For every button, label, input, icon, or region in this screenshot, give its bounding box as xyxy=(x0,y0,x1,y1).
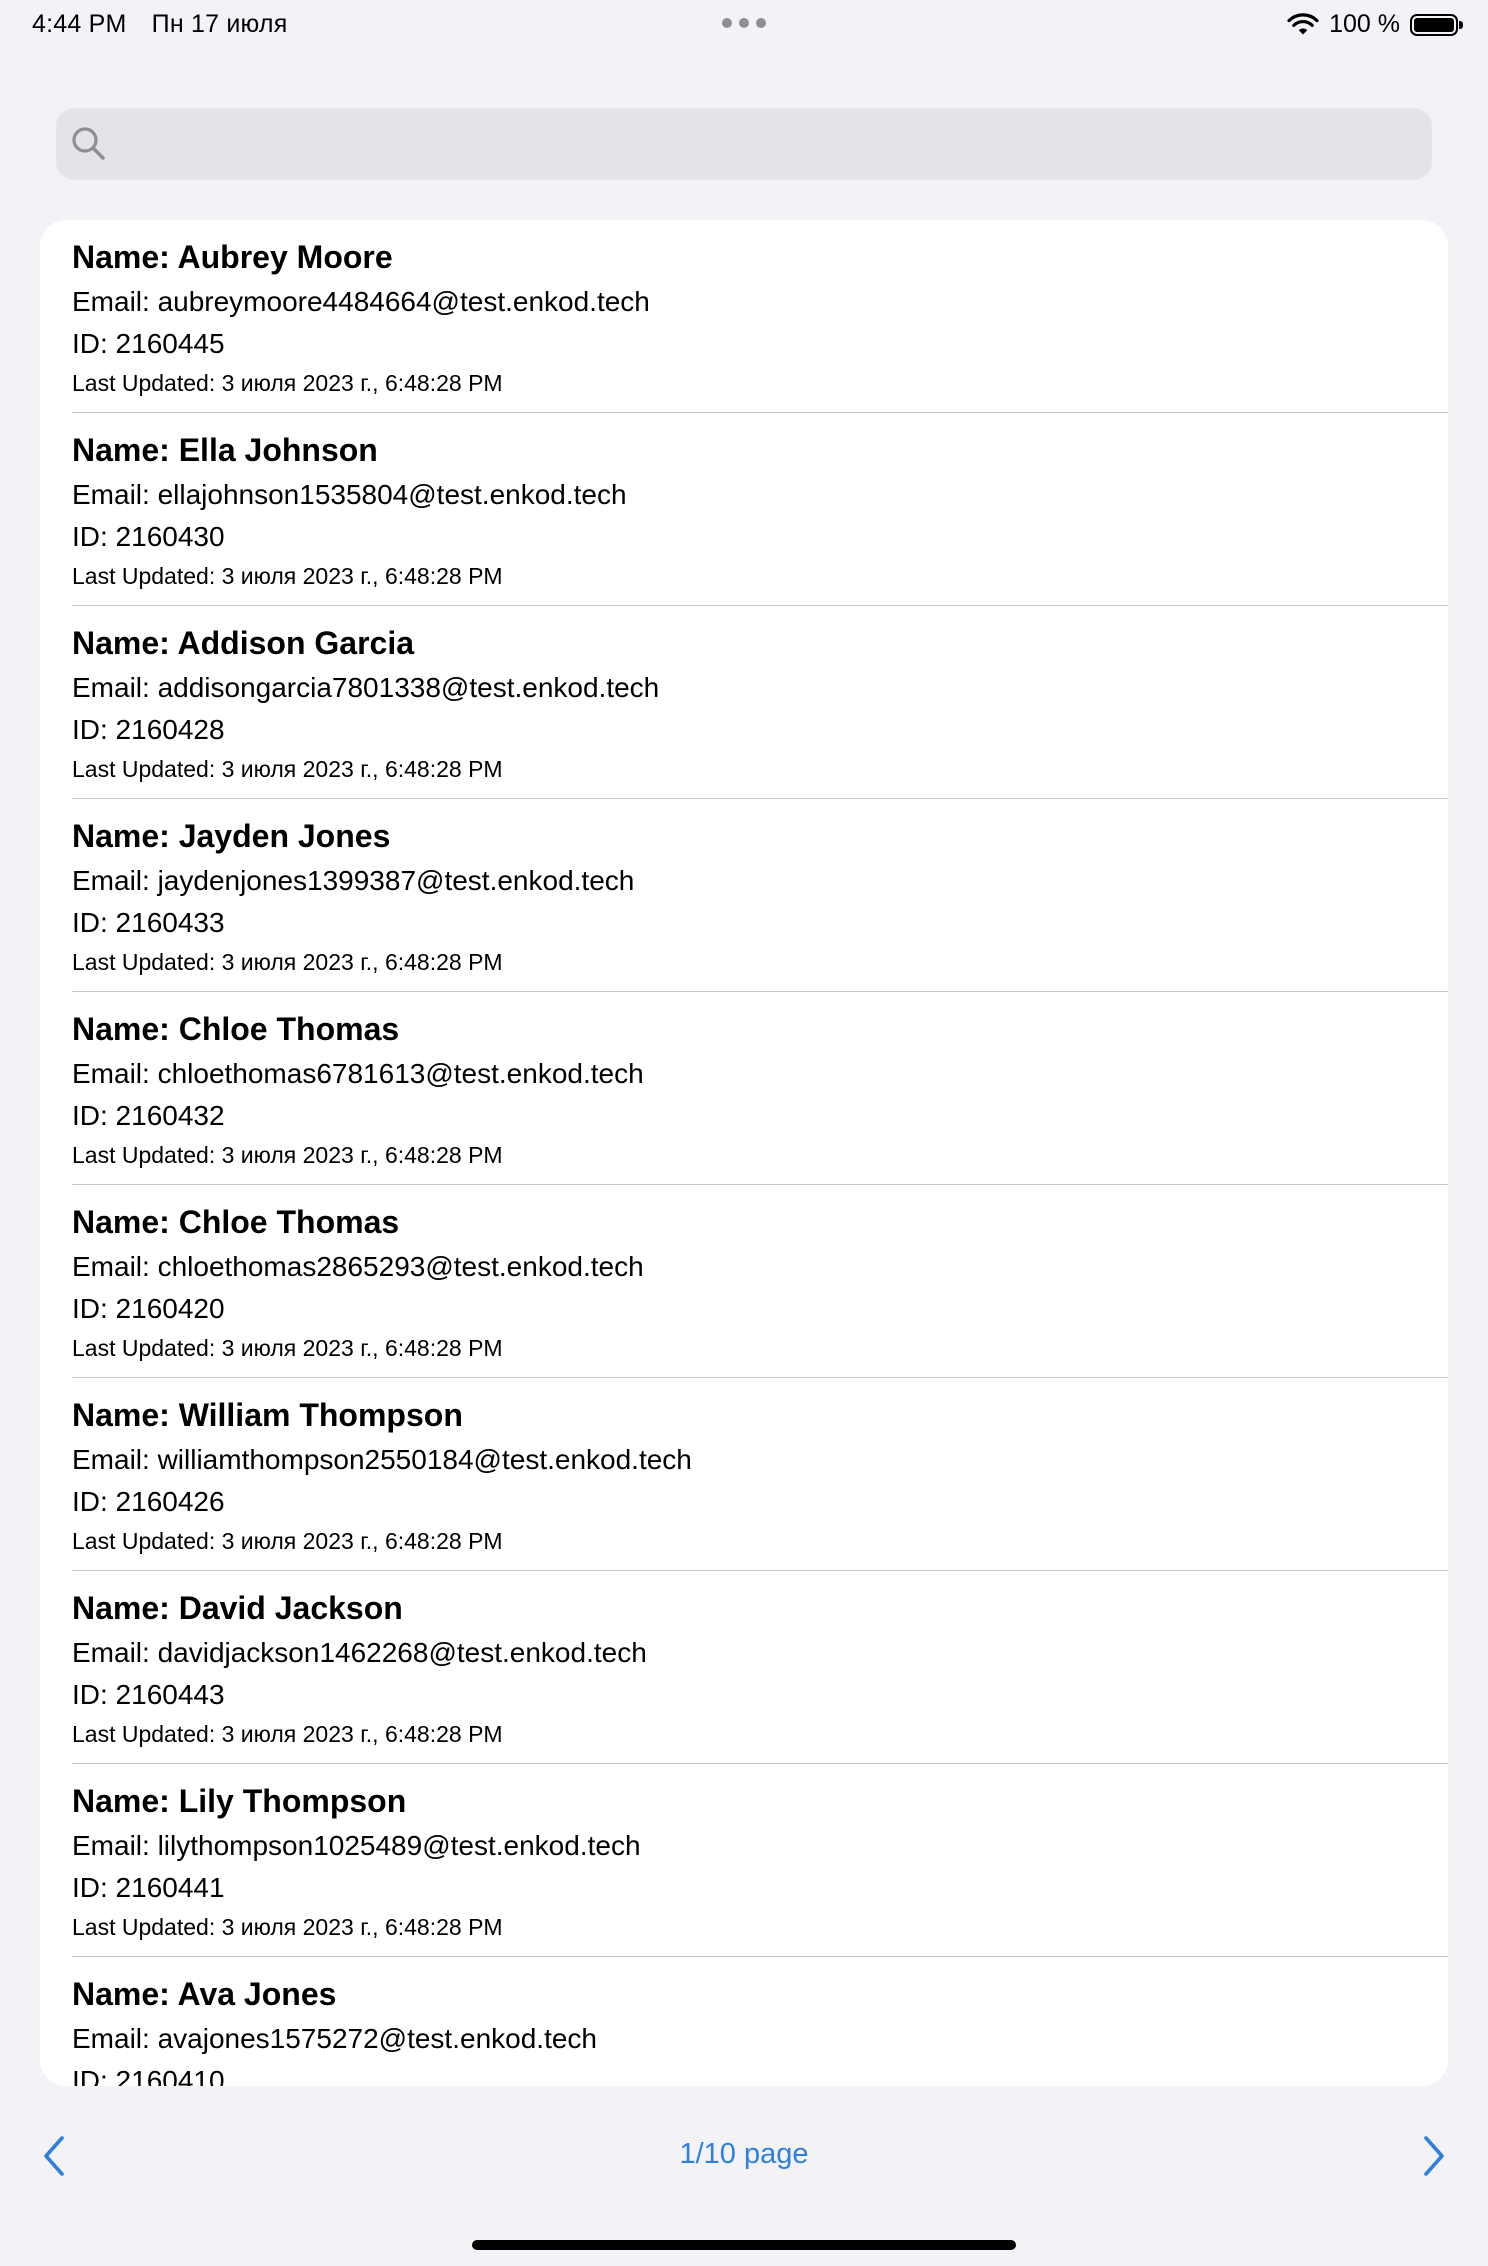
contact-name: Name: Addison Garcia xyxy=(72,625,415,661)
contact-email: Email: addisongarcia7801338@test.enkod.t… xyxy=(72,672,660,703)
contact-row[interactable]: Name: Aubrey Moore Email: aubreymoore4484… xyxy=(40,220,1448,413)
contact-name: Name: Chloe Thomas xyxy=(72,1204,400,1240)
search-input[interactable] xyxy=(122,108,1416,182)
contact-email: Email: jaydenjones1399387@test.enkod.tec… xyxy=(72,865,635,896)
home-indicator[interactable] xyxy=(472,2240,1016,2250)
contact-email: Email: avajones1575272@test.enkod.tech xyxy=(72,2023,597,2054)
next-page-button[interactable] xyxy=(1412,2130,1456,2182)
contact-row[interactable]: Name: Jayden Jones Email: jaydenjones1399… xyxy=(40,799,1448,992)
contact-email: Email: ellajohnson1535804@test.enkod.tec… xyxy=(72,479,627,510)
battery-fill xyxy=(1414,17,1454,32)
contact-row[interactable]: Name: Addison Garcia Email: addisongarcia… xyxy=(40,606,1448,799)
contact-row[interactable]: Name: Lily Thompson Email: lilythompson10… xyxy=(40,1764,1448,1957)
contact-last-updated: Last Updated: 3 июля 2023 г., 6:48:28 PM xyxy=(72,1142,503,1168)
contact-last-updated: Last Updated: 3 июля 2023 г., 6:48:28 PM xyxy=(72,1721,503,1747)
contact-last-updated: Last Updated: 3 июля 2023 г., 6:48:28 PM xyxy=(72,949,503,975)
contact-email: Email: lilythompson1025489@test.enkod.te… xyxy=(72,1830,641,1861)
contact-name: Name: Aubrey Moore xyxy=(72,239,393,275)
contact-id: ID: 2160430 xyxy=(72,521,225,552)
search-bar[interactable] xyxy=(56,108,1432,182)
contact-id: ID: 2160433 xyxy=(72,907,225,938)
contact-email: Email: aubreymoore4484664@test.enkod.tec… xyxy=(72,286,650,317)
search-icon xyxy=(72,127,105,160)
contact-row[interactable]: Name: David Jackson Email: davidjackson14… xyxy=(40,1571,1448,1764)
contact-last-updated: Last Updated: 3 июля 2023 г., 6:48:28 PM xyxy=(72,370,503,396)
contact-id: ID: 2160420 xyxy=(72,1293,225,1324)
contact-id: ID: 2160428 xyxy=(72,714,225,745)
contact-row[interactable]: Name: Chloe Thomas Email: chloethomas2865… xyxy=(40,1185,1448,1378)
contact-id: ID: 2160432 xyxy=(72,1100,225,1131)
status-bar: 4:44 PM Пн 17 июля 100 % xyxy=(0,0,1488,48)
battery-percentage: 100 % xyxy=(1329,10,1400,38)
contact-name: Name: David Jackson xyxy=(72,1590,403,1626)
status-date: Пн 17 июля xyxy=(151,10,288,38)
contact-name: Name: Jayden Jones xyxy=(72,818,391,854)
contact-last-updated: Last Updated: 3 июля 2023 г., 6:48:28 PM xyxy=(72,1335,503,1361)
contact-last-updated: Last Updated: 3 июля 2023 г., 6:48:28 PM xyxy=(72,563,503,589)
contact-id: ID: 2160443 xyxy=(72,1679,225,1710)
contact-name: Name: Chloe Thomas xyxy=(72,1011,400,1047)
contact-name: Name: William Thompson xyxy=(72,1397,463,1433)
contact-name: Name: Lily Thompson xyxy=(72,1783,407,1819)
page-indicator: 1/10 page xyxy=(679,2138,809,2170)
contact-name: Name: Ella Johnson xyxy=(72,432,378,468)
multitasking-dots-icon[interactable] xyxy=(722,18,766,28)
status-indicators: 100 % xyxy=(1287,10,1463,39)
contact-id: ID: 2160426 xyxy=(72,1486,225,1517)
contact-last-updated: Last Updated: 3 июля 2023 г., 6:48:28 PM xyxy=(72,1528,503,1554)
status-time: 4:44 PM xyxy=(32,10,127,38)
contact-email: Email: chloethomas6781613@test.enkod.tec… xyxy=(72,1058,644,1089)
contact-last-updated: Last Updated: 3 июля 2023 г., 6:48:28 PM xyxy=(72,1914,503,1940)
contact-id: ID: 2160410 xyxy=(72,2065,225,2086)
contact-name: Name: Ava Jones xyxy=(72,1976,337,2012)
wifi-icon xyxy=(1287,12,1319,34)
contact-id: ID: 2160441 xyxy=(72,1872,225,1903)
contact-email: Email: davidjackson1462268@test.enkod.te… xyxy=(72,1637,647,1668)
chevron-right-icon xyxy=(1424,2136,1444,2176)
status-time-date: 4:44 PM Пн 17 июля xyxy=(32,10,287,39)
contact-email: Email: chloethomas2865293@test.enkod.tec… xyxy=(72,1251,644,1282)
contact-last-updated: Last Updated: 3 июля 2023 г., 6:48:28 PM xyxy=(72,756,503,782)
contact-row[interactable]: Name: Chloe Thomas Email: chloethomas6781… xyxy=(40,992,1448,1185)
contact-list[interactable]: Name: Aubrey Moore Email: aubreymoore4484… xyxy=(40,220,1448,2086)
battery-icon xyxy=(1410,13,1463,36)
contact-id: ID: 2160445 xyxy=(72,328,225,359)
contact-row[interactable]: Name: Ava Jones Email: avajones1575272@te… xyxy=(40,1957,1448,2086)
contact-email: Email: williamthompson2550184@test.enkod… xyxy=(72,1444,692,1475)
contact-row[interactable]: Name: William Thompson Email: williamthom… xyxy=(40,1378,1448,1571)
contact-row[interactable]: Name: Ella Johnson Email: ellajohnson1535… xyxy=(40,413,1448,606)
